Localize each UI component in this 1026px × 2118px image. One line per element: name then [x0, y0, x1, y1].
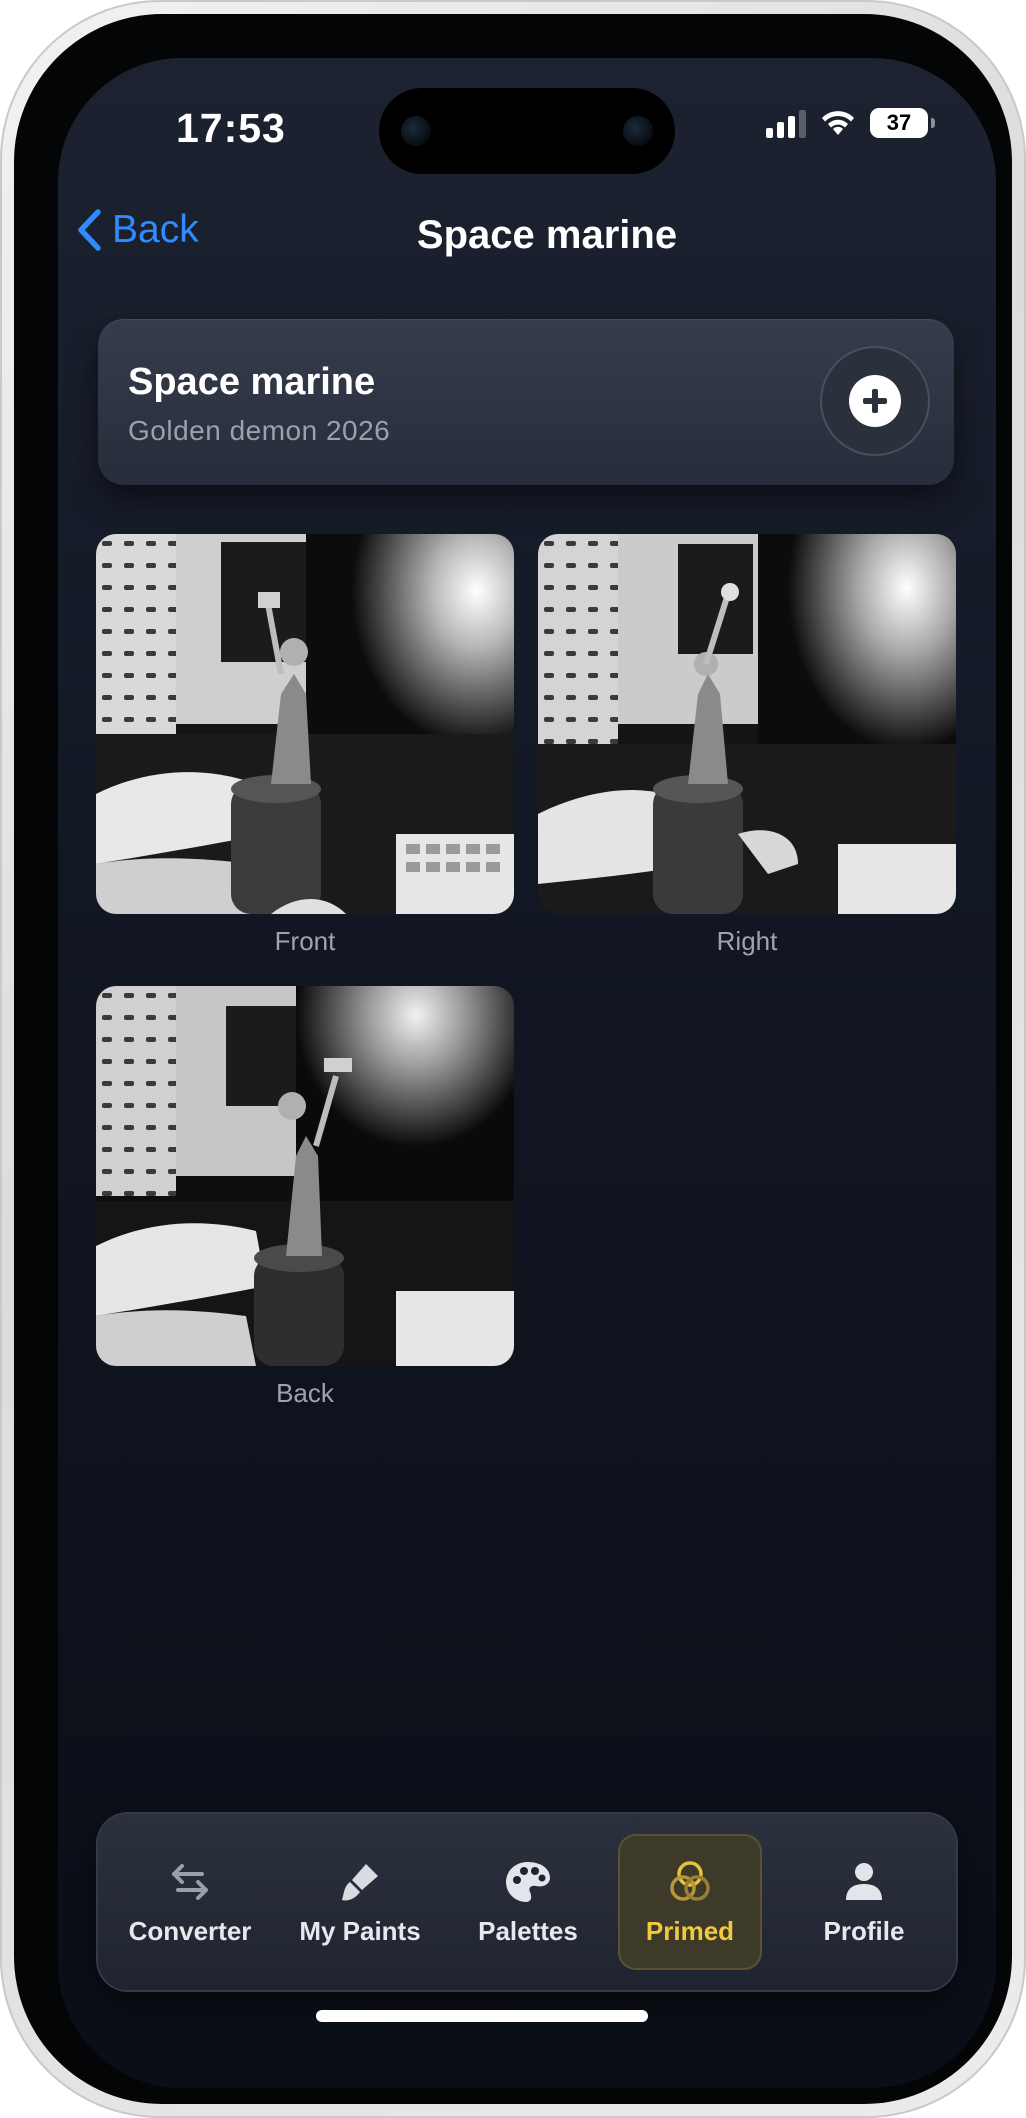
- tab-my-paints[interactable]: My Paints: [280, 1834, 440, 1970]
- home-indicator[interactable]: [316, 2010, 648, 2022]
- sensor-icon: [623, 116, 653, 146]
- photo-caption: Right: [716, 926, 778, 956]
- camera-icon: [401, 116, 431, 146]
- tab-palettes[interactable]: Palettes: [448, 1834, 608, 1970]
- photo-right[interactable]: [538, 534, 956, 914]
- status-icons: 37: [766, 108, 935, 138]
- photo-caption: Back: [276, 1378, 334, 1408]
- app-screen: 17:53 37 Back Space marine Space marine …: [58, 58, 996, 2088]
- tab-label: Primed: [645, 1915, 735, 1946]
- add-photo-button[interactable]: [820, 346, 930, 456]
- dynamic-island: [379, 88, 675, 174]
- wifi-icon: [822, 111, 854, 135]
- tab-label: My Paints: [299, 1915, 421, 1946]
- miniature-photo: [96, 986, 514, 1366]
- tab-label: Converter: [128, 1915, 252, 1946]
- status-time: 17:53: [176, 105, 286, 151]
- phone-frame: 17:53 37 Back Space marine Space marine …: [0, 0, 1026, 2118]
- swap-arrows-icon: [166, 1858, 214, 1906]
- battery-icon: 37: [870, 108, 935, 138]
- photo-front[interactable]: [96, 534, 514, 914]
- photo-caption: Front: [274, 926, 336, 956]
- phone-bezel: 17:53 37 Back Space marine Space marine …: [14, 14, 1012, 2104]
- paint-brush-icon: [336, 1858, 384, 1906]
- project-header-card: Space marine Golden demon 2026: [98, 319, 954, 485]
- tab-bar: Converter My Paints Palettes Primed Prof…: [98, 1814, 956, 1990]
- plus-circle-icon: [849, 375, 901, 427]
- tab-label: Palettes: [478, 1915, 578, 1946]
- project-title: Space marine: [128, 361, 376, 403]
- miniature-photo: [538, 534, 956, 914]
- primed-rings-icon: [666, 1858, 714, 1906]
- photo-back[interactable]: [96, 986, 514, 1366]
- person-icon: [840, 1858, 888, 1906]
- page-title: Space marine: [416, 213, 678, 257]
- tab-label: Profile: [823, 1915, 905, 1946]
- project-subtitle: Golden demon 2026: [128, 415, 391, 446]
- tab-profile[interactable]: Profile: [784, 1834, 944, 1970]
- cellular-signal-icon: [766, 108, 806, 138]
- tab-converter[interactable]: Converter: [110, 1834, 270, 1970]
- miniature-photo: [96, 534, 514, 914]
- palette-icon: [504, 1858, 552, 1906]
- tab-primed[interactable]: Primed: [618, 1834, 762, 1970]
